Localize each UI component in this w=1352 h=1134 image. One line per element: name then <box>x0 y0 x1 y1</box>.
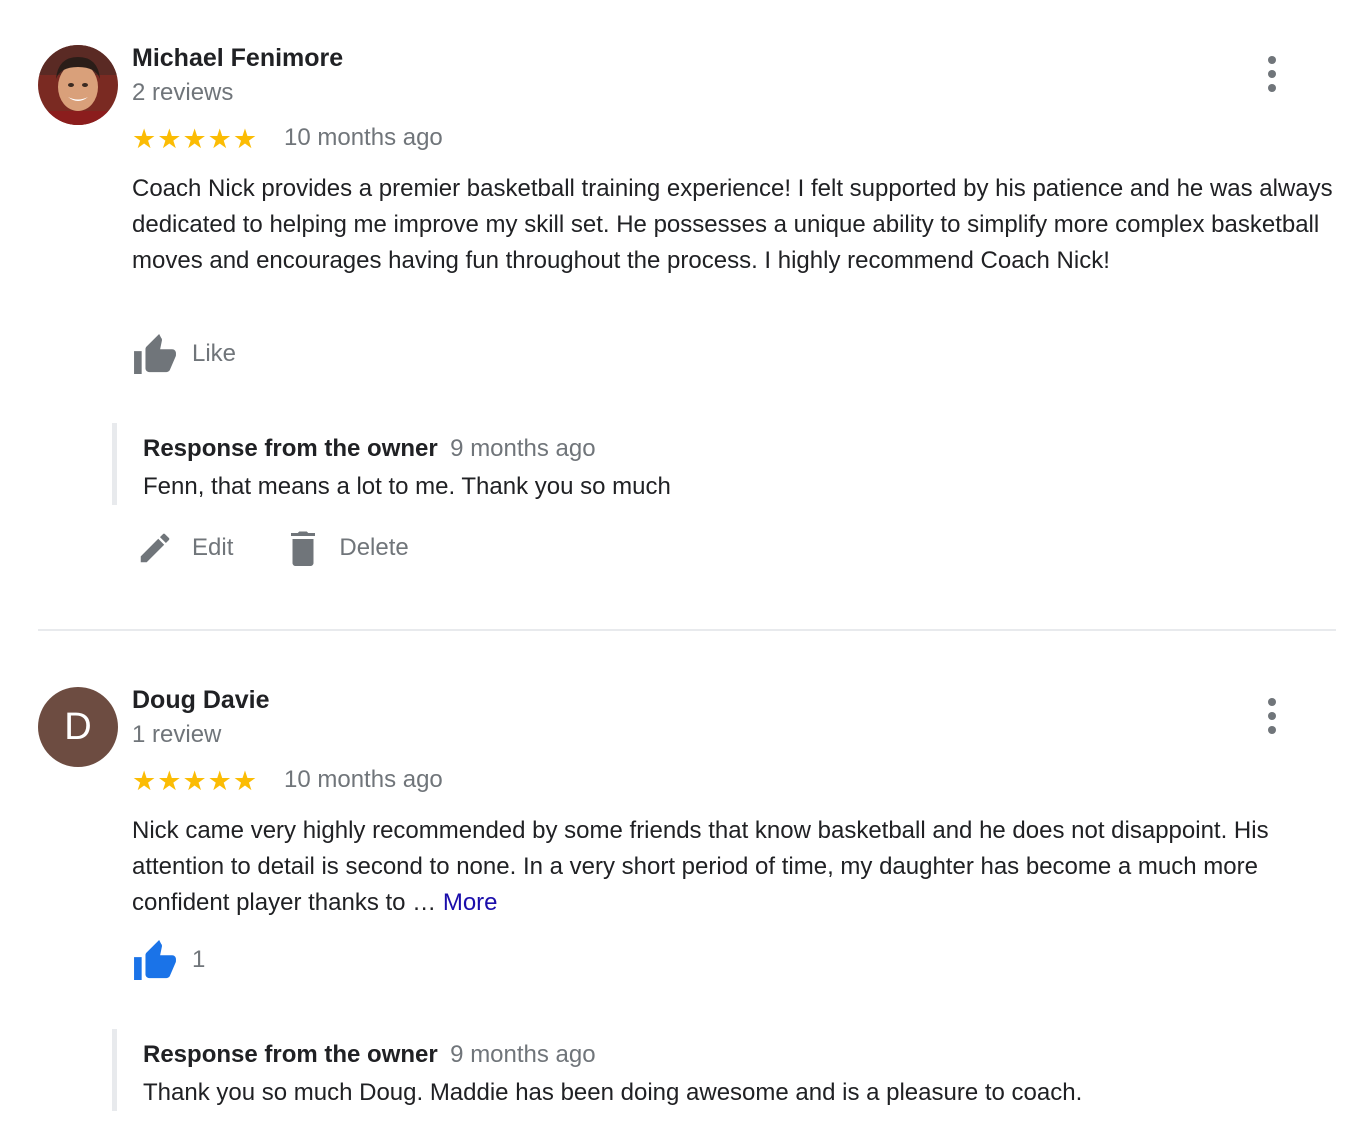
delete-button[interactable]: Delete <box>285 528 409 568</box>
pencil-icon <box>140 533 170 563</box>
owner-response: Response from the owner 9 months ago Tha… <box>112 1029 1082 1111</box>
star-icon: ★ <box>232 766 258 796</box>
star-rating: ★ ★ ★ ★ ★ <box>132 122 257 156</box>
reviewer-review-count: 1 review <box>132 721 222 748</box>
owner-response-text: Fenn, that means a lot to me. Thank you … <box>143 473 671 500</box>
owner-response-text: Thank you so much Doug. Maddie has been … <box>143 1079 1083 1106</box>
edit-button[interactable]: Edit <box>136 529 233 567</box>
star-rating: ★ ★ ★ ★ ★ <box>132 764 257 798</box>
reviewer-name[interactable]: Doug Davie <box>132 686 270 715</box>
review-text-body: Nick came very highly recommended by som… <box>132 817 1269 916</box>
star-icon: ★ <box>132 124 157 154</box>
star-icon: ★ <box>157 766 182 796</box>
trash-icon <box>291 531 316 566</box>
owner-response-date: 9 months ago <box>450 1041 596 1068</box>
review-date: 10 months ago <box>284 124 443 151</box>
avatar[interactable]: D <box>38 687 118 767</box>
review-text: Coach Nick provides a premier basketball… <box>132 175 1333 274</box>
star-icon: ★ <box>232 124 258 154</box>
owner-response: Response from the owner 9 months ago Fen… <box>112 423 671 505</box>
edit-label: Edit <box>192 534 234 561</box>
delete-label: Delete <box>339 534 409 561</box>
response-actions: Edit Delete <box>136 528 409 568</box>
reviewer-review-count: 2 reviews <box>132 79 234 106</box>
like-label: Like <box>192 340 237 367</box>
star-icon: ★ <box>207 124 232 154</box>
thumb-up-icon <box>134 940 176 980</box>
more-options-button[interactable] <box>1258 698 1286 734</box>
avatar[interactable] <box>38 45 118 125</box>
like-button[interactable]: Like <box>132 334 236 374</box>
star-icon: ★ <box>182 124 207 154</box>
avatar-photo <box>38 45 118 125</box>
more-link[interactable]: More <box>443 889 498 916</box>
like-button[interactable]: 1 <box>132 940 205 980</box>
more-options-button[interactable] <box>1258 56 1286 92</box>
owner-response-title: Response from the owner <box>143 435 438 462</box>
owner-response-title: Response from the owner <box>143 1041 438 1068</box>
star-icon: ★ <box>157 124 182 154</box>
like-count: 1 <box>192 946 206 973</box>
thumb-up-icon <box>134 334 176 374</box>
review-divider <box>38 629 1336 631</box>
star-icon: ★ <box>132 766 157 796</box>
reviews-page: Michael Fenimore 2 reviews ★ ★ ★ ★ ★ 10 … <box>0 0 1352 1134</box>
star-icon: ★ <box>207 766 232 796</box>
more-vert-icon <box>1268 698 1276 706</box>
star-icon: ★ <box>182 766 207 796</box>
review-date: 10 months ago <box>284 766 443 793</box>
owner-response-date: 9 months ago <box>450 435 596 462</box>
more-vert-icon <box>1268 56 1276 64</box>
reviewer-name[interactable]: Michael Fenimore <box>132 44 343 73</box>
review-text: Nick came very highly recommended by som… <box>132 813 1342 921</box>
